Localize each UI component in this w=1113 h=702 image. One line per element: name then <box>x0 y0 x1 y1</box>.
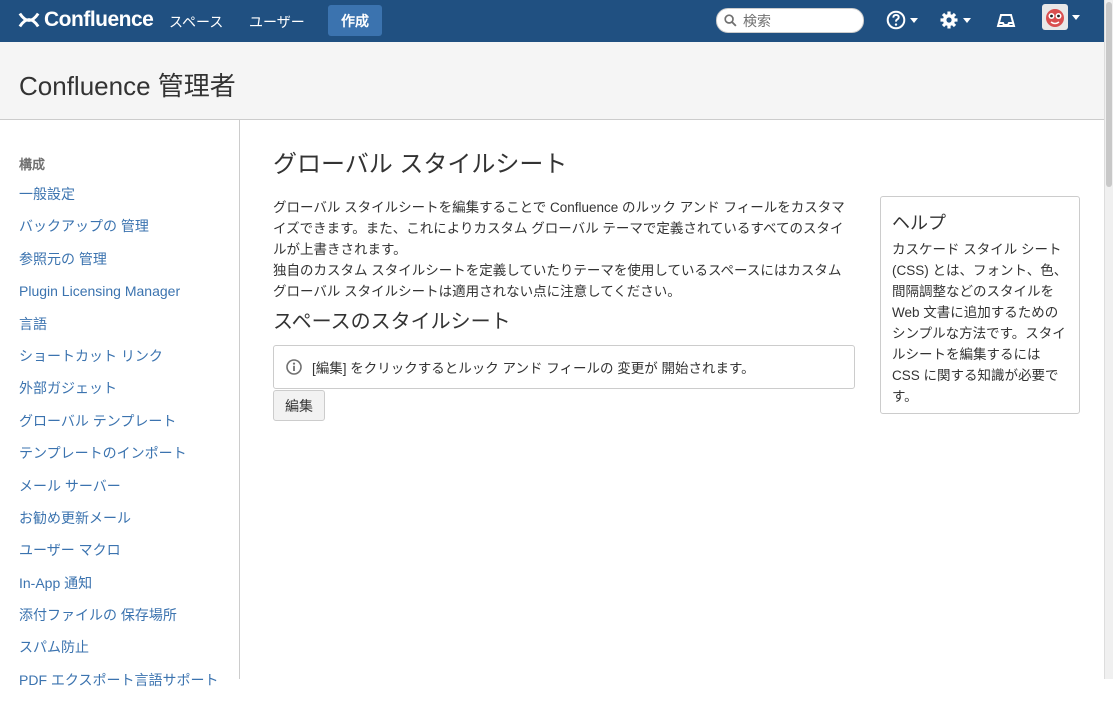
search-box[interactable] <box>716 8 864 33</box>
scrollbar-thumb[interactable] <box>1106 2 1112 187</box>
admin-sidebar: 構成 一般設定 バックアップの 管理 参照元の 管理 Plugin Licens… <box>0 120 240 688</box>
section-heading: スペースのスタイルシート <box>273 311 511 333</box>
settings-menu[interactable] <box>939 9 971 31</box>
create-button[interactable]: 作成 <box>328 5 382 36</box>
notifications-button[interactable] <box>996 9 1016 31</box>
sidebar-item-backup[interactable]: バックアップの 管理 <box>19 216 218 248</box>
gear-icon <box>940 11 958 29</box>
help-menu[interactable] <box>886 9 918 31</box>
chevron-down-icon <box>910 17 918 23</box>
page-header: Confluence 管理者 <box>0 42 1104 120</box>
avatar <box>1042 4 1068 30</box>
sidebar-item-spam-prevention[interactable]: スパム防止 <box>19 637 218 669</box>
sidebar-item-referrers[interactable]: 参照元の 管理 <box>19 249 218 281</box>
sidebar-item-plugin-licensing[interactable]: Plugin Licensing Manager <box>19 281 218 313</box>
main-content: グローバル スタイルシート グローバル スタイルシートを編集することで Conf… <box>240 120 1104 679</box>
page-title: Confluence 管理者 <box>19 71 236 101</box>
sidebar-item-general-config[interactable]: 一般設定 <box>19 184 218 216</box>
sidebar-item-shortcut-links[interactable]: ショートカット リンク <box>19 346 218 378</box>
sidebar-item-in-app-notifications[interactable]: In-App 通知 <box>19 573 218 605</box>
info-message: [編集] をクリックするとルック アンド フィールの 変更が 開始されます。 <box>273 345 855 389</box>
sidebar-item-external-gadgets[interactable]: 外部ガジェット <box>19 378 218 410</box>
search-icon <box>724 14 737 27</box>
description-paragraph-1: グローバル スタイルシートを編集することで Confluence のルック アン… <box>273 200 845 257</box>
sidebar-item-recommended-updates[interactable]: お勧め更新メール <box>19 508 218 540</box>
help-title: ヘルプ <box>892 213 946 233</box>
sidebar-heading: 構成 <box>19 157 46 172</box>
info-text: [編集] をクリックするとルック アンド フィールの 変更が 開始されます。 <box>312 361 755 376</box>
help-icon <box>886 10 906 30</box>
sidebar-item-user-macros[interactable]: ユーザー マクロ <box>19 540 218 572</box>
confluence-logo[interactable]: Confluence <box>18 8 154 32</box>
logo-text: Confluence <box>44 8 154 31</box>
content-title: グローバル スタイルシート <box>273 151 568 178</box>
confluence-logo-icon <box>18 12 40 28</box>
page-scrollbar[interactable] <box>1104 0 1113 679</box>
sidebar-item-template-import[interactable]: テンプレートのインポート <box>19 443 218 475</box>
description-paragraph-2: 独自のカスタム スタイルシートを定義していたりテーマを使用しているスペースにはカ… <box>273 263 842 299</box>
help-panel: ヘルプ カスケード スタイル シート (CSS) とは、フォント、色、間隔調整な… <box>880 196 1080 414</box>
sidebar-list: 一般設定 バックアップの 管理 参照元の 管理 Plugin Licensing… <box>19 184 218 702</box>
sidebar-item-languages[interactable]: 言語 <box>19 314 218 346</box>
edit-button[interactable]: 編集 <box>273 390 325 421</box>
info-icon <box>286 359 302 375</box>
nav-users[interactable]: ユーザー <box>249 12 305 32</box>
top-navigation-bar: Confluence スペース ユーザー 作成 <box>0 0 1104 42</box>
chevron-down-icon <box>1072 14 1080 20</box>
sidebar-item-pdf-export[interactable]: PDF エクスポート言語サポート <box>19 670 218 702</box>
sidebar-item-attachment-storage[interactable]: 添付ファイルの 保存場所 <box>19 605 218 637</box>
sidebar-item-global-templates[interactable]: グローバル テンプレート <box>19 411 218 443</box>
user-menu[interactable] <box>1042 4 1080 30</box>
help-body: カスケード スタイル シート (CSS) とは、フォント、色、間隔調整などのスタ… <box>892 242 1068 404</box>
chevron-down-icon <box>963 17 971 23</box>
sidebar-item-mail-servers[interactable]: メール サーバー <box>19 476 218 508</box>
search-input[interactable] <box>741 11 855 30</box>
description: グローバル スタイルシートを編集することで Confluence のルック アン… <box>273 197 855 302</box>
notifications-icon <box>996 14 1016 27</box>
nav-spaces[interactable]: スペース <box>169 12 223 32</box>
